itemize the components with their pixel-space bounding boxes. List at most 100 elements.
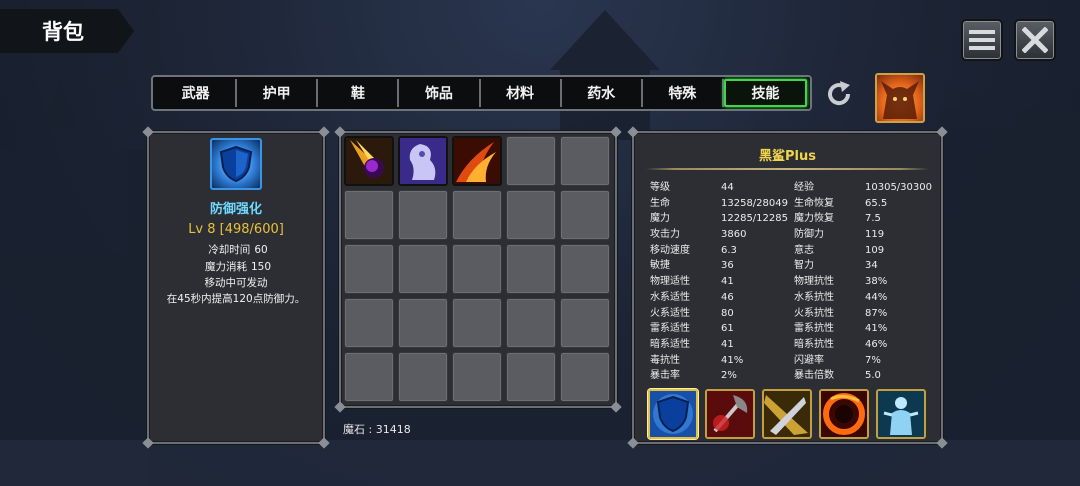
stat-value: 6.3 bbox=[721, 244, 737, 256]
empty-slot[interactable] bbox=[398, 298, 448, 348]
stat-value: 38% bbox=[865, 276, 888, 288]
skill-name: 防御强化 bbox=[209, 202, 262, 217]
stat-value: 5.0 bbox=[865, 370, 881, 382]
tab-special[interactable]: 特殊 bbox=[643, 79, 724, 107]
stat-value: 80 bbox=[721, 307, 734, 319]
stat-row: 魔力 12285/12285 魔力恢复 7.5 bbox=[650, 211, 930, 227]
empty-slot[interactable] bbox=[452, 190, 502, 240]
flame-slash-skill-icon[interactable] bbox=[452, 136, 502, 186]
stat-label: 雷系抗性 bbox=[794, 323, 834, 335]
tab-armor[interactable]: 护甲 bbox=[237, 79, 319, 107]
meteor-skill-icon[interactable] bbox=[344, 136, 394, 186]
stat-label: 暴击倍数 bbox=[794, 370, 834, 382]
tab-shoes[interactable]: 鞋 bbox=[318, 79, 400, 107]
tab-accessory[interactable]: 饰品 bbox=[399, 79, 481, 107]
stat-value: 87% bbox=[865, 307, 888, 319]
stat-value: 41% bbox=[865, 323, 888, 335]
close-icon bbox=[1022, 27, 1048, 53]
spirit-skill-icon[interactable] bbox=[876, 389, 926, 439]
empty-slot[interactable] bbox=[506, 244, 556, 294]
stat-label: 生命恢复 bbox=[794, 197, 834, 209]
empty-slot[interactable] bbox=[560, 190, 610, 240]
stat-label: 敏捷 bbox=[650, 260, 670, 272]
tab-weapon[interactable]: 武器 bbox=[156, 79, 238, 107]
empty-slot[interactable] bbox=[506, 190, 556, 240]
refresh-icon bbox=[828, 81, 851, 106]
stat-label: 生命 bbox=[650, 197, 670, 209]
stat-row: 暗系适性 41 暗系抗性 46% bbox=[650, 337, 930, 353]
ornamental-divider bbox=[646, 168, 929, 170]
stat-label: 暗系抗性 bbox=[794, 338, 834, 350]
fire-vortex-skill-icon[interactable] bbox=[819, 389, 869, 439]
skill-description: 在45秒内提高120点防御力。 bbox=[166, 293, 306, 305]
cooldown-value: 60 bbox=[254, 244, 268, 256]
empty-slot[interactable] bbox=[452, 298, 502, 348]
stat-label: 雷系适性 bbox=[650, 323, 690, 335]
stat-label: 意志 bbox=[794, 244, 814, 256]
character-name: 黑鲨Plus bbox=[759, 149, 816, 164]
stat-row: 暴击率 2% 暴击倍数 5.0 bbox=[650, 368, 930, 384]
empty-slot[interactable] bbox=[398, 190, 448, 240]
stat-label: 暴击率 bbox=[650, 370, 680, 382]
stat-label: 智力 bbox=[794, 260, 814, 272]
refresh-button[interactable] bbox=[823, 78, 855, 110]
empty-slot[interactable] bbox=[560, 136, 610, 186]
tab-material[interactable]: 材料 bbox=[481, 79, 562, 107]
stat-value: 2% bbox=[721, 370, 737, 382]
empty-slot[interactable] bbox=[560, 298, 610, 348]
empty-slot[interactable] bbox=[560, 244, 610, 294]
skill-inventory-grid bbox=[334, 126, 622, 413]
stat-row: 攻击力 3860 防御力 119 bbox=[650, 227, 930, 243]
skill-note: 移动中可发动 bbox=[204, 277, 268, 289]
stat-row: 物理适性 41 物理抗性 38% bbox=[650, 274, 930, 290]
equipped-skills bbox=[648, 389, 926, 439]
stat-value: 65.5 bbox=[865, 197, 888, 209]
empty-slot[interactable] bbox=[344, 190, 394, 240]
empty-slot[interactable] bbox=[344, 244, 394, 294]
stat-row: 移动速度 6.3 意志 109 bbox=[650, 243, 930, 259]
stats-table: 等级 44 经验 10305/30300 生命 13258/28049 生命恢复 65.5 魔力… bbox=[650, 180, 932, 384]
stat-label: 魔力 bbox=[650, 213, 670, 225]
empty-slot[interactable] bbox=[398, 244, 448, 294]
stat-value: 109 bbox=[865, 244, 885, 256]
stat-row: 毒抗性 41% 闪避率 7% bbox=[650, 353, 930, 369]
empty-slot[interactable] bbox=[506, 352, 556, 402]
blade-slash-skill-icon[interactable] bbox=[762, 389, 812, 439]
fox-character-icon bbox=[881, 81, 919, 119]
stat-row: 水系适性 46 水系抗性 44% bbox=[650, 290, 930, 306]
shield-skill-icon[interactable] bbox=[648, 389, 698, 439]
ghost-skill-icon[interactable] bbox=[398, 136, 448, 186]
empty-slot[interactable] bbox=[398, 352, 448, 402]
stat-label: 物理适性 bbox=[650, 276, 690, 288]
stat-value: 44 bbox=[721, 182, 734, 193]
skill-cooldown: 冷却时间 60 bbox=[149, 242, 323, 257]
stat-value: 41 bbox=[721, 338, 734, 350]
stat-value: 3860 bbox=[721, 229, 747, 241]
page-title-text: 背包 bbox=[42, 20, 84, 44]
menu-button[interactable] bbox=[961, 19, 1003, 61]
stat-row: 生命 13258/28049 生命恢复 65.5 bbox=[650, 196, 930, 212]
skill-level: Lv 8 [498/600] bbox=[188, 222, 284, 237]
inventory-tabs: 武器 护甲 鞋 饰品 材料 药水 特殊 技能 bbox=[151, 75, 812, 111]
axe-strike-skill-icon[interactable] bbox=[705, 389, 755, 439]
tab-potion[interactable]: 药水 bbox=[562, 79, 643, 107]
stat-value: 10305/30300 bbox=[865, 182, 932, 193]
close-button[interactable] bbox=[1014, 19, 1056, 61]
mana-cost-label: 魔力消耗 bbox=[204, 261, 247, 273]
character-stats-panel: 黑鲨Plus 等级 44 经验 10305/30300 生命 13258/28049 生命恢… bbox=[627, 126, 948, 449]
stat-value: 41 bbox=[721, 276, 734, 288]
empty-slot[interactable] bbox=[560, 352, 610, 402]
empty-slot[interactable] bbox=[506, 136, 556, 186]
empty-slot[interactable] bbox=[452, 244, 502, 294]
character-portrait[interactable] bbox=[875, 73, 925, 123]
stat-label: 毒抗性 bbox=[650, 354, 680, 366]
tab-skill[interactable]: 技能 bbox=[723, 79, 807, 107]
empty-slot[interactable] bbox=[452, 352, 502, 402]
stat-value: 7.5 bbox=[865, 213, 881, 225]
stat-value: 13258/28049 bbox=[721, 197, 788, 209]
empty-slot[interactable] bbox=[506, 298, 556, 348]
stat-value: 61 bbox=[721, 323, 734, 335]
stat-label: 暗系适性 bbox=[650, 338, 690, 350]
empty-slot[interactable] bbox=[344, 352, 394, 402]
empty-slot[interactable] bbox=[344, 298, 394, 348]
